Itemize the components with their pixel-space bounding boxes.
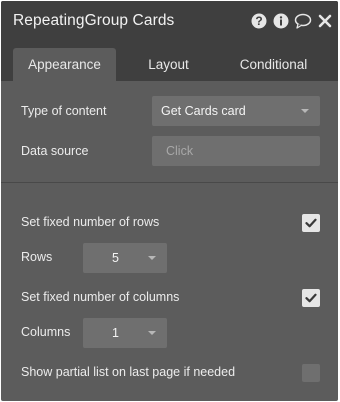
tab-conditional[interactable]: Conditional xyxy=(221,48,326,81)
panel-title: RepeatingGroup Cards xyxy=(13,12,175,29)
tab-layout[interactable]: Layout xyxy=(121,48,216,81)
chevron-down-icon xyxy=(148,256,156,260)
columns-label: Columns xyxy=(21,325,71,339)
chevron-down-icon xyxy=(301,109,309,113)
type-of-content-dropdown[interactable]: Get Cards card xyxy=(152,96,320,126)
rows-value: 5 xyxy=(112,251,119,265)
fixed-rows-label: Set fixed number of rows xyxy=(21,215,160,229)
title-icons: ? xyxy=(246,11,334,31)
tab-appearance[interactable]: Appearance xyxy=(13,48,116,81)
data-source-input[interactable]: Click xyxy=(152,136,320,166)
chevron-down-icon xyxy=(148,331,156,335)
close-icon[interactable] xyxy=(316,12,334,30)
check-icon xyxy=(305,218,317,228)
property-editor-panel: RepeatingGroup Cards ? Appearance Layout… xyxy=(1,1,338,401)
check-icon xyxy=(305,293,317,303)
fixed-rows-checkbox[interactable] xyxy=(302,214,320,232)
section-divider xyxy=(1,182,338,183)
data-source-label: Data source xyxy=(21,144,89,158)
help-icon[interactable]: ? xyxy=(250,12,268,30)
svg-text:?: ? xyxy=(255,14,262,28)
comment-icon[interactable] xyxy=(294,12,312,30)
type-of-content-value: Get Cards card xyxy=(161,104,246,118)
partial-list-checkbox[interactable] xyxy=(302,364,320,382)
rows-label: Rows xyxy=(21,250,53,264)
rows-dropdown[interactable]: 5 xyxy=(83,243,167,273)
fixed-columns-label: Set fixed number of columns xyxy=(21,290,180,304)
partial-list-label: Show partial list on last page if needed xyxy=(21,365,236,379)
title-bar: RepeatingGroup Cards ? xyxy=(1,1,338,41)
type-of-content-label: Type of content xyxy=(21,104,107,118)
fixed-columns-checkbox[interactable] xyxy=(302,289,320,307)
info-icon[interactable] xyxy=(272,12,290,30)
columns-value: 1 xyxy=(112,326,119,340)
columns-dropdown[interactable]: 1 xyxy=(83,318,167,348)
tab-bar: Appearance Layout Conditional xyxy=(1,41,338,81)
